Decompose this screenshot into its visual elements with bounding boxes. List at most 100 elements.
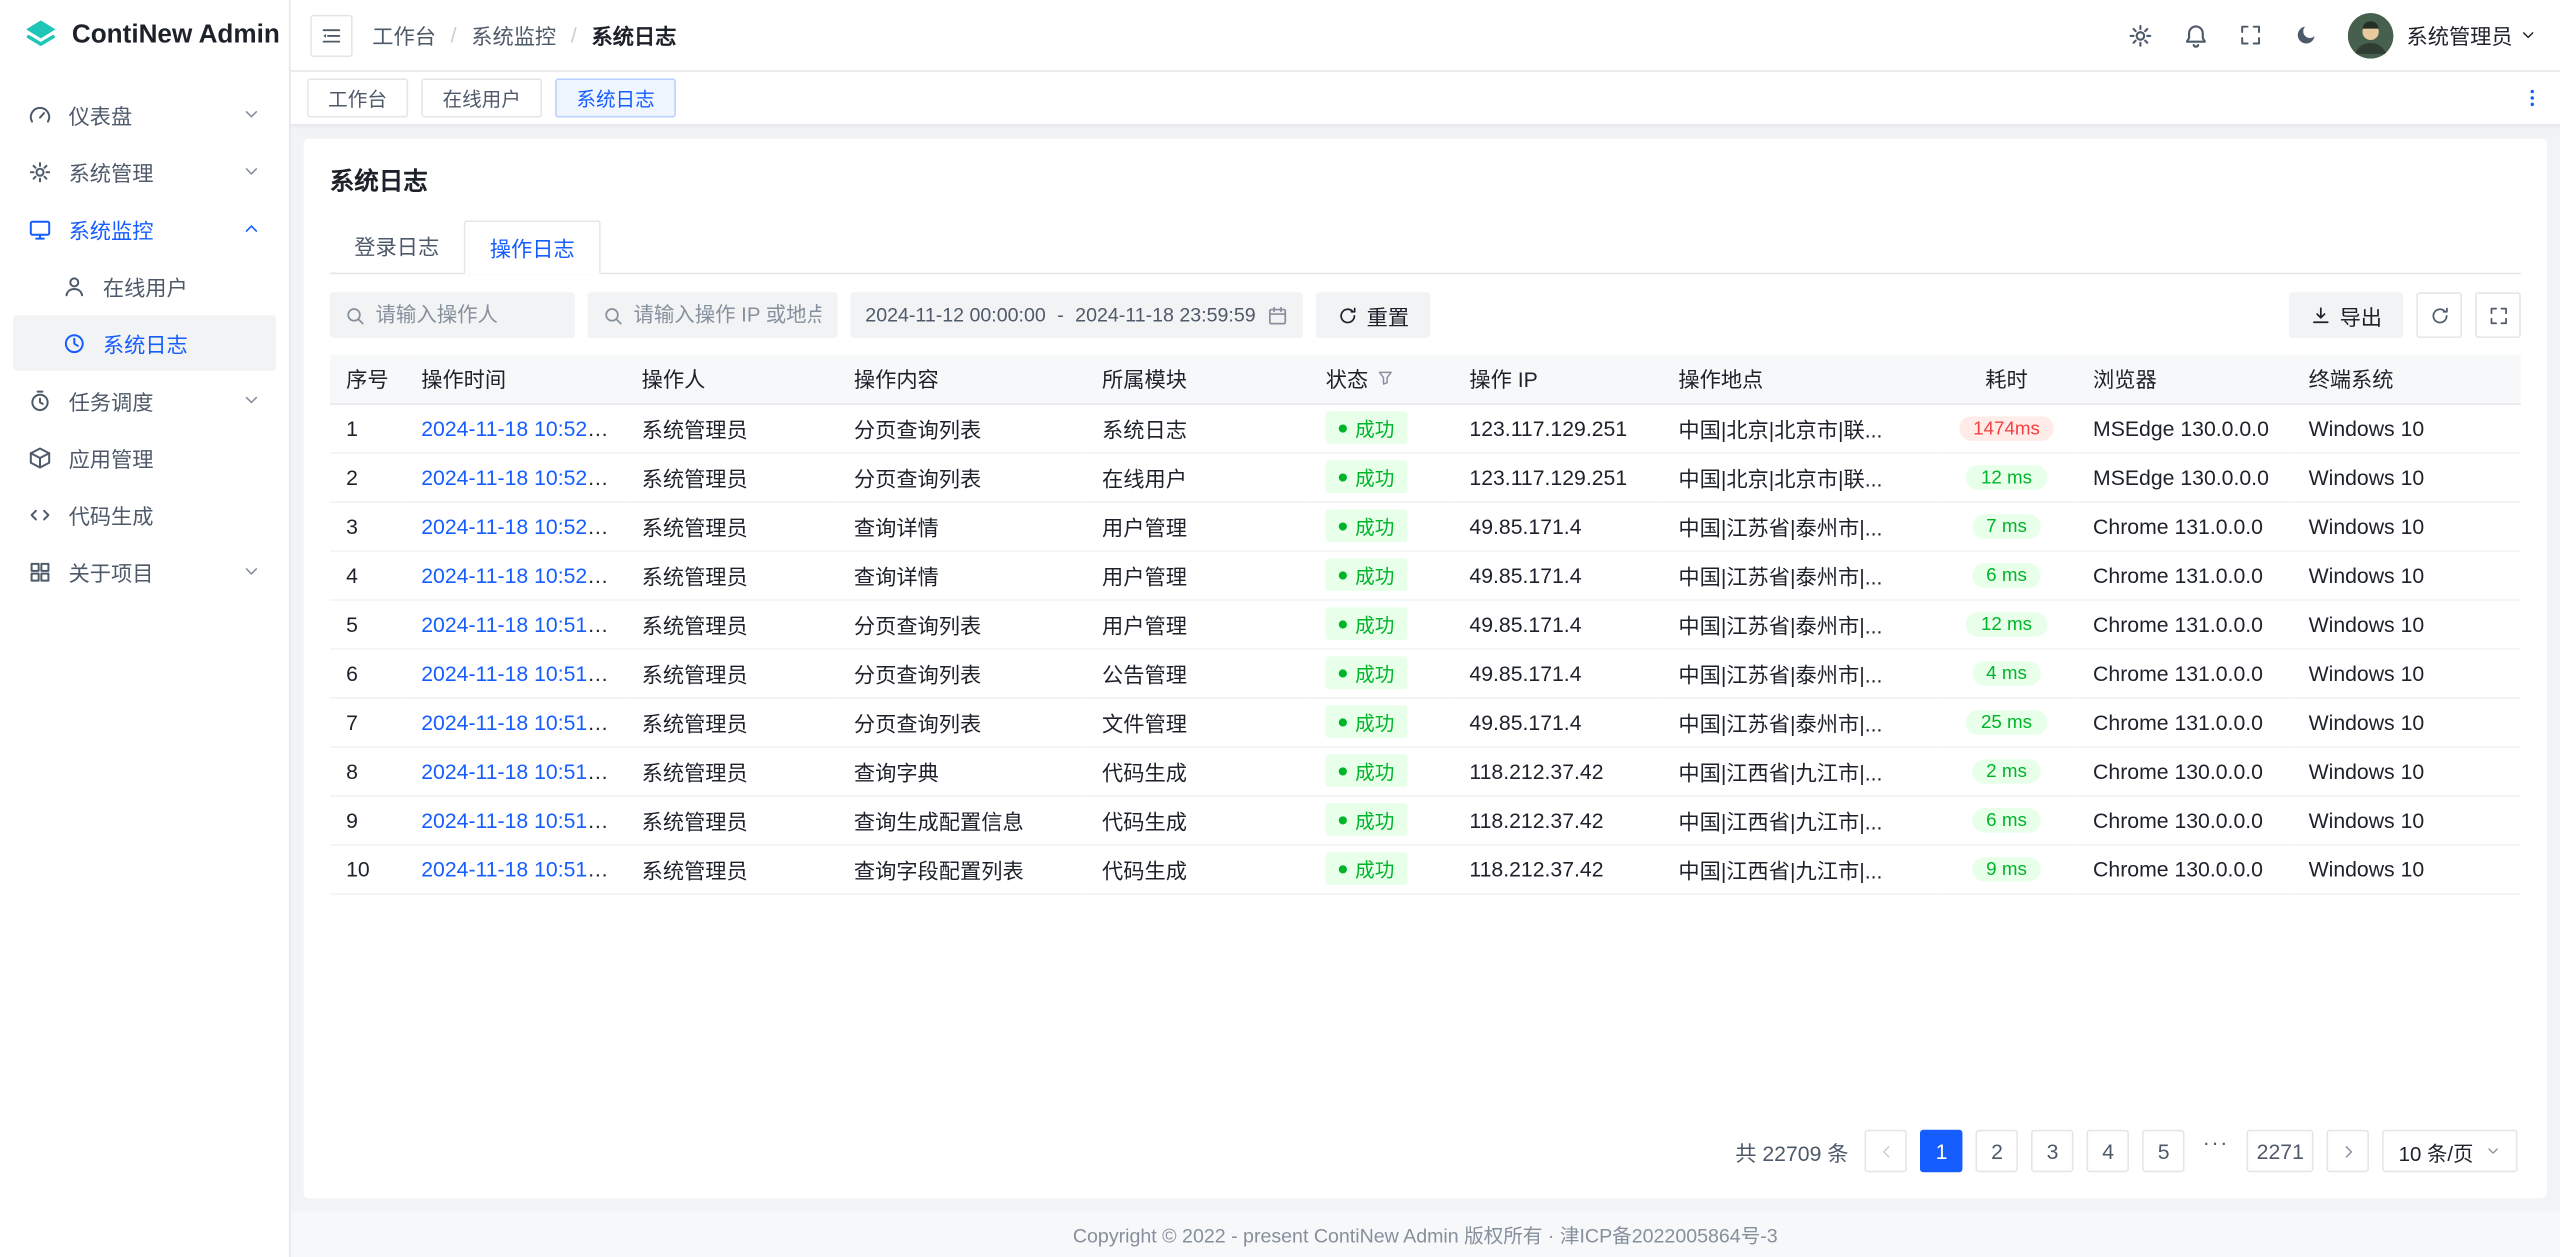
expand-table-button[interactable] xyxy=(2475,292,2521,338)
cell-location: 中国|江苏省|泰州市|... xyxy=(1662,697,1936,746)
cell-duration: 12 ms xyxy=(1936,599,2076,648)
col-status: 状态 xyxy=(1309,354,1453,403)
col-status-label: 状态 xyxy=(1326,363,1368,394)
export-button[interactable]: 导出 xyxy=(2289,292,2403,338)
sidebar-item-about-project[interactable]: 关于项目 xyxy=(13,544,276,600)
breadcrumb-current: 系统日志 xyxy=(591,20,676,51)
cell-location: 中国|江苏省|泰州市|... xyxy=(1662,599,1936,648)
cell-duration: 2 ms xyxy=(1936,746,2076,795)
cell-module: 用户管理 xyxy=(1086,501,1310,550)
nav-tab-online-users[interactable]: 在线用户 xyxy=(421,78,542,117)
chevron-down-icon xyxy=(242,104,262,124)
page-button[interactable]: 2271 xyxy=(2247,1130,2314,1172)
reset-label: 重置 xyxy=(1367,300,1409,331)
cell-status: 成功 xyxy=(1309,599,1453,648)
ip-search-field[interactable] xyxy=(588,292,838,338)
status-badge: 成功 xyxy=(1326,460,1408,493)
tab-login-log[interactable]: 登录日志 xyxy=(330,220,464,274)
breadcrumb-item[interactable]: 工作台 xyxy=(372,20,436,51)
refresh-table-button[interactable] xyxy=(2416,292,2462,338)
breadcrumb-item[interactable]: 系统监控 xyxy=(471,20,556,51)
cell-os: Windows 10 xyxy=(2292,452,2521,501)
tab-more-button[interactable] xyxy=(2521,87,2544,110)
operation-time-link[interactable]: 2024-11-18 10:51:52 xyxy=(421,709,617,733)
sidebar-item-code-generation[interactable]: 代码生成 xyxy=(13,487,276,543)
menu-fold-button[interactable] xyxy=(310,14,352,56)
cell-index: 4 xyxy=(330,550,405,599)
operation-time-link[interactable]: 2024-11-18 10:51:55 xyxy=(421,611,617,635)
status-badge: 成功 xyxy=(1326,852,1408,885)
col-location: 操作地点 xyxy=(1662,354,1936,403)
log-table: 序号 操作时间 操作人 操作内容 所属模块 状态 操作 IP 操作地点 耗时 xyxy=(330,354,2521,894)
chevron-left-icon xyxy=(1877,1142,1895,1160)
tab-operation-log[interactable]: 操作日志 xyxy=(464,220,601,274)
table-row: 32024-11-18 10:52:12系统管理员查询详情用户管理成功49.85… xyxy=(330,501,2521,550)
status-badge: 成功 xyxy=(1326,705,1408,738)
gear-icon xyxy=(28,159,52,183)
settings-button[interactable] xyxy=(2116,11,2165,60)
operation-time-link[interactable]: 2024-11-18 10:52:12 xyxy=(421,513,617,537)
sidebar-item-system-management[interactable]: 系统管理 xyxy=(13,144,276,200)
cell-content: 查询详情 xyxy=(838,550,1086,599)
filter-toolbar: 2024-11-12 00:00:00 - 2024-11-18 23:59:5… xyxy=(330,292,2521,338)
operation-time-link[interactable]: 2024-11-18 10:51:49 xyxy=(421,807,617,831)
reset-button[interactable]: 重置 xyxy=(1316,292,1430,338)
page-size-select[interactable]: 10 条/页 xyxy=(2382,1130,2517,1172)
fullscreen-button[interactable] xyxy=(2227,11,2276,60)
operator-search-input[interactable] xyxy=(376,304,559,327)
sidebar-item-system-log[interactable]: 系统日志 xyxy=(13,315,276,371)
next-page-button[interactable] xyxy=(2327,1130,2369,1172)
nav-tab-system-log[interactable]: 系统日志 xyxy=(555,78,676,117)
nav-tab-workbench[interactable]: 工作台 xyxy=(307,78,408,117)
sidebar-item-dashboard[interactable]: 仪表盘 xyxy=(13,87,276,143)
cell-duration: 12 ms xyxy=(1936,452,2076,501)
cell-content: 查询详情 xyxy=(838,501,1086,550)
page-button[interactable]: 3 xyxy=(2031,1130,2073,1172)
filter-icon[interactable] xyxy=(1376,369,1394,387)
page-button[interactable]: 4 xyxy=(2087,1130,2129,1172)
sidebar-item-task-schedule[interactable]: 任务调度 xyxy=(13,372,276,428)
operation-time-link[interactable]: 2024-11-18 10:51:53 xyxy=(421,660,617,684)
sidebar-item-system-monitor[interactable]: 系统监控 xyxy=(13,201,276,257)
logo[interactable]: ContiNew Admin xyxy=(0,0,289,72)
cell-module: 代码生成 xyxy=(1086,844,1310,893)
sidebar-item-label: 系统管理 xyxy=(69,156,154,187)
main-column: 工作台 / 系统监控 / 系统日志 xyxy=(291,0,2560,1257)
page-button[interactable]: 2 xyxy=(1976,1130,2018,1172)
operation-time-link[interactable]: 2024-11-18 10:51:49 xyxy=(421,856,617,880)
operation-time-link[interactable]: 2024-11-18 10:52:55 xyxy=(421,416,617,440)
sidebar-item-label: 仪表盘 xyxy=(69,99,133,130)
cell-os: Windows 10 xyxy=(2292,550,2521,599)
gear-icon xyxy=(2127,22,2153,48)
prev-page-button[interactable] xyxy=(1865,1130,1907,1172)
pagination-ellipsis[interactable]: ··· xyxy=(2198,1130,2234,1172)
cell-time: 2024-11-18 10:52:12 xyxy=(405,501,625,550)
notifications-button[interactable] xyxy=(2171,11,2220,60)
cell-operator: 系统管理员 xyxy=(625,844,837,893)
expand-icon xyxy=(2487,304,2508,325)
duration-badge: 9 ms xyxy=(1971,858,2041,882)
cell-browser: Chrome 130.0.0.0 xyxy=(2077,795,2293,844)
table-row: 62024-11-18 10:51:53系统管理员分页查询列表公告管理成功49.… xyxy=(330,648,2521,697)
date-range-picker[interactable]: 2024-11-12 00:00:00 - 2024-11-18 23:59:5… xyxy=(851,292,1303,338)
ip-search-input[interactable] xyxy=(633,304,821,327)
cell-browser: MSEdge 130.0.0.0 xyxy=(2077,452,2293,501)
operation-time-link[interactable]: 2024-11-18 10:52:47 xyxy=(421,464,617,488)
cell-operator: 系统管理员 xyxy=(625,648,837,697)
operator-search-field[interactable] xyxy=(330,292,575,338)
operation-time-link[interactable]: 2024-11-18 10:51:50 xyxy=(421,758,617,782)
cell-index: 10 xyxy=(330,844,405,893)
cell-operator: 系统管理员 xyxy=(625,550,837,599)
operation-time-link[interactable]: 2024-11-18 10:52:05 xyxy=(421,562,617,586)
code-icon xyxy=(28,502,52,526)
sidebar-item-online-users[interactable]: 在线用户 xyxy=(13,258,276,314)
breadcrumb-separator: / xyxy=(571,23,577,47)
page-button[interactable]: 1 xyxy=(1920,1130,1962,1172)
sidebar-item-app-management[interactable]: 应用管理 xyxy=(13,429,276,485)
dark-mode-button[interactable] xyxy=(2282,11,2331,60)
page-button[interactable]: 5 xyxy=(2142,1130,2184,1172)
avatar[interactable] xyxy=(2348,12,2394,58)
cell-time: 2024-11-18 10:51:49 xyxy=(405,795,625,844)
user-menu[interactable]: 系统管理员 xyxy=(2400,20,2537,51)
export-label: 导出 xyxy=(2340,300,2382,331)
